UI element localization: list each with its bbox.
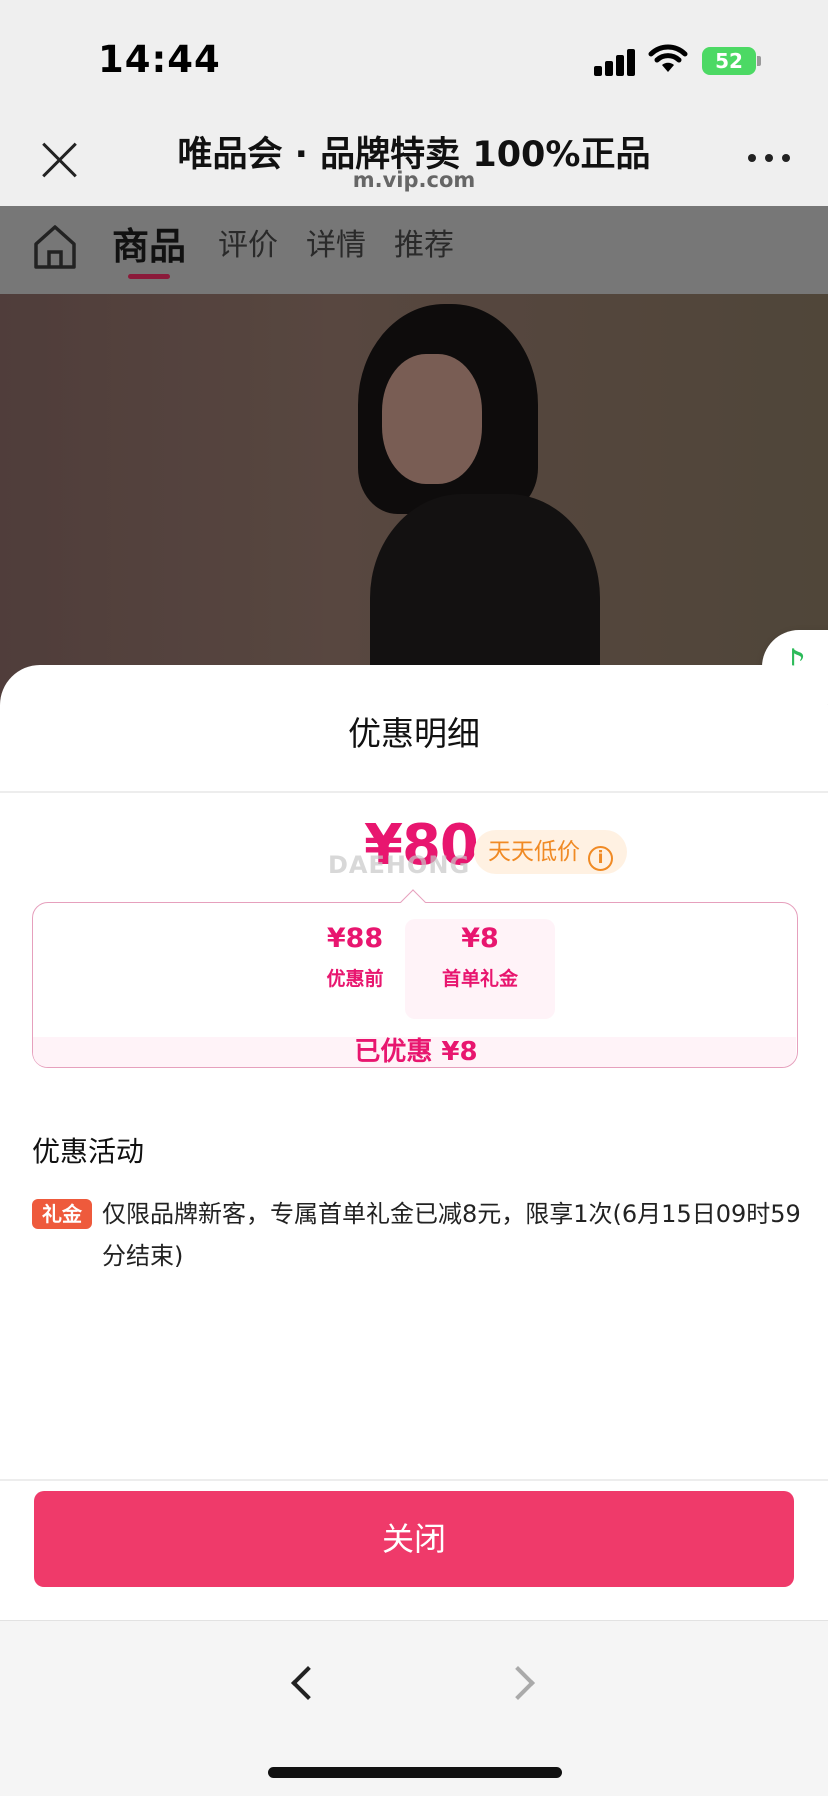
- gift-tag: 礼金: [32, 1199, 92, 1229]
- page-tab-bar: 商品 评价 详情 推荐: [0, 206, 828, 294]
- sheet-title: 优惠明细: [348, 714, 480, 753]
- home-icon[interactable]: [32, 222, 78, 272]
- browser-bottom-bar: [0, 1620, 828, 1796]
- tab-details[interactable]: 详情: [306, 220, 366, 264]
- price-breakdown-box: ¥88 优惠前 ¥8 首单礼金 已优惠 ¥8: [32, 902, 798, 1068]
- more-icon[interactable]: [748, 154, 792, 164]
- tab-product[interactable]: 商品: [112, 216, 186, 270]
- wifi-icon: [648, 44, 688, 72]
- before-label: 优惠前: [326, 968, 384, 990]
- product-photo: [0, 294, 828, 714]
- tab-active-indicator: [128, 274, 170, 279]
- daily-low-price-badge[interactable]: 天天低价 i: [474, 830, 627, 874]
- battery-icon: 52: [702, 47, 756, 75]
- tab-recommend[interactable]: 推荐: [394, 220, 454, 264]
- info-icon[interactable]: i: [588, 846, 613, 871]
- price-before: ¥88 优惠前: [300, 923, 410, 991]
- brand-watermark: DAEHONG: [328, 851, 471, 879]
- battery-cap: [757, 56, 761, 66]
- back-arrow-icon[interactable]: [291, 1666, 325, 1700]
- promo-heading: 优惠活动: [32, 1135, 145, 1168]
- tab-reviews[interactable]: 评价: [218, 220, 278, 264]
- gift-label: 首单礼金: [441, 968, 518, 990]
- discount-detail-sheet: 优惠明细 ¥80 DAEHONG 天天低价 i ¥88 优惠前 ¥8 首单礼金 已…: [0, 665, 828, 1620]
- badge-label: 天天低价: [488, 839, 580, 865]
- saved-amount: 已优惠 ¥8: [354, 1037, 478, 1067]
- forward-arrow-icon[interactable]: [501, 1666, 535, 1700]
- first-order-gift: ¥8 首单礼金: [425, 923, 535, 991]
- cellular-signal-icon: [594, 46, 636, 76]
- browser-header: 唯品会 · 品牌特卖 100%正品 m.vip.com: [0, 110, 828, 206]
- home-indicator: [268, 1767, 562, 1778]
- status-bar: 14:44 52: [0, 0, 828, 110]
- divider: [0, 791, 828, 793]
- gift-value: ¥8: [461, 923, 499, 954]
- close-button[interactable]: 关闭: [34, 1491, 794, 1587]
- promo-description: 仅限品牌新客，专属首单礼金已减8元，限享1次(6月15日09时59分结束): [102, 1200, 801, 1270]
- browser-url: m.vip.com: [352, 168, 476, 192]
- divider: [0, 1479, 828, 1481]
- overlay-dim: [0, 294, 828, 714]
- before-value: ¥88: [326, 923, 384, 954]
- battery-level: 52: [715, 49, 743, 73]
- status-time: 14:44: [98, 38, 221, 81]
